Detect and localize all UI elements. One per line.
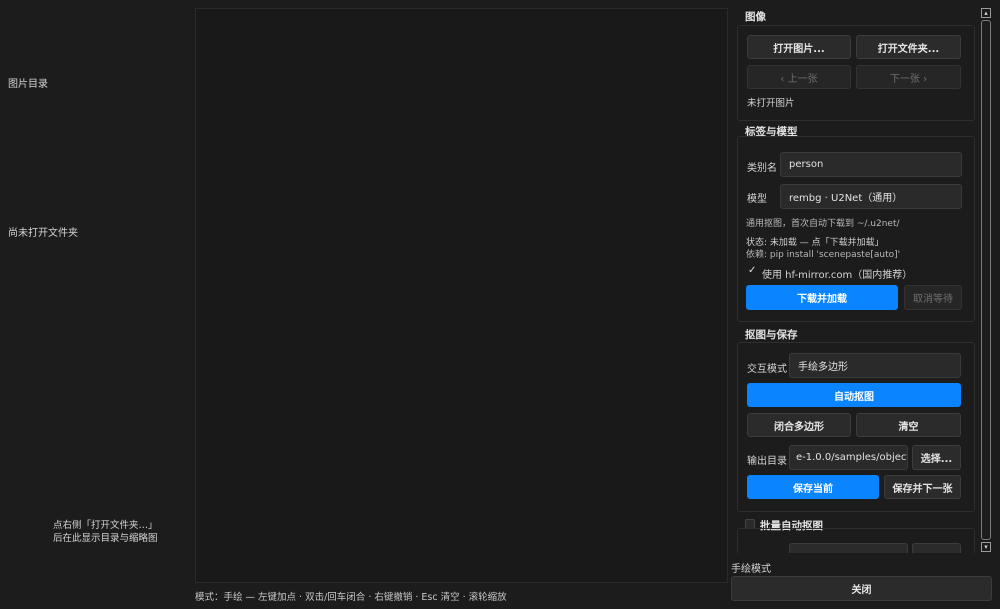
canvas-status-text: 模式：手绘 — 左键加点 · 双击/回车闭合 · 右键撤销 · Esc 清空 ·… <box>195 592 507 603</box>
output-dir-label: 输出目录 <box>747 456 787 467</box>
close-polygon-button[interactable]: 闭合多边形 <box>747 413 851 437</box>
clear-button[interactable]: 清空 <box>856 413 961 437</box>
no-folder-text: 尚未打开文件夹 <box>8 228 78 239</box>
prev-image-button[interactable]: ‹ 上一张 <box>747 65 851 89</box>
dir-label: 图片目录 <box>8 79 48 90</box>
auto-cutout-button[interactable]: 自动抠图 <box>747 383 961 407</box>
footer-mode-text: 手绘模式 <box>731 564 771 575</box>
open-image-button[interactable]: 打开图片... <box>747 35 851 59</box>
model-deps: 依赖: pip install 'scenepaste[auto]' <box>746 250 901 260</box>
model-label: 模型 <box>747 194 767 205</box>
next-image-button[interactable]: 下一张 › <box>856 65 961 89</box>
scroll-down-icon[interactable]: ▾ <box>981 542 991 552</box>
image-canvas[interactable] <box>195 8 728 583</box>
class-label: 类别名 <box>747 163 777 174</box>
save-current-button[interactable]: 保存当前 <box>747 475 879 499</box>
mode-select[interactable]: 手绘多边形 <box>789 353 961 378</box>
close-button[interactable]: 关闭 <box>731 576 992 601</box>
class-input[interactable]: person <box>780 152 962 177</box>
save-next-button[interactable]: 保存并下一张 <box>884 475 961 499</box>
hint-line-1: 点右侧「打开文件夹…」 <box>53 520 158 531</box>
batch-partial-button[interactable] <box>912 543 961 553</box>
open-folder-button[interactable]: 打开文件夹... <box>856 35 961 59</box>
image-status-text: 未打开图片 <box>747 98 795 109</box>
mirror-checkbox-label[interactable]: 使用 hf-mirror.com（国内推荐） <box>762 266 912 281</box>
mirror-checkbox-icon[interactable]: ✓ <box>748 265 756 276</box>
batch-partial-field[interactable] <box>789 543 908 553</box>
image-group-title: 图像 <box>745 11 766 23</box>
cutout-group-title: 抠图与保存 <box>745 329 798 341</box>
model-select[interactable]: rembg · U2Net（通用） <box>780 184 962 209</box>
hint-line-2: 后在此显示目录与缩略图 <box>53 533 158 544</box>
scroll-up-icon[interactable]: ▴ <box>981 8 991 18</box>
choose-dir-button[interactable]: 选择... <box>912 445 961 470</box>
output-dir-input[interactable]: e-1.0.0/samples/objects <box>789 445 908 470</box>
mode-label: 交互模式 <box>747 364 787 375</box>
cancel-wait-button[interactable]: 取消等待 <box>904 285 962 310</box>
model-desc: 通用抠图，首次自动下载到 ~/.u2net/ <box>746 219 900 229</box>
scroll-thumb[interactable] <box>981 20 991 540</box>
download-load-button[interactable]: 下载并加载 <box>746 285 898 310</box>
right-panel-scrollbar[interactable]: ▴ ▾ <box>981 8 993 552</box>
